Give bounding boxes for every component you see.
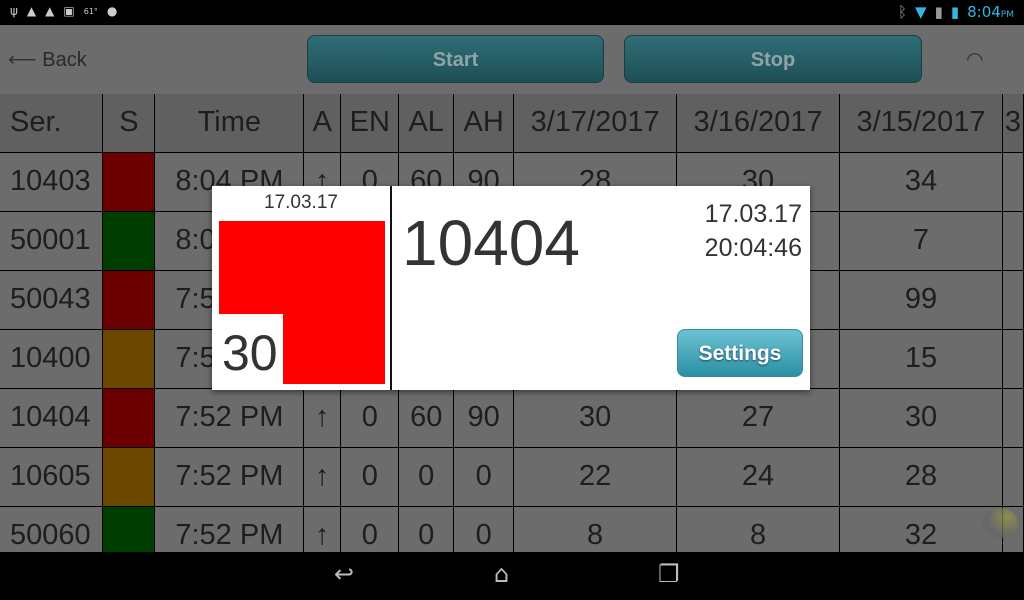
start-button[interactable]: Start bbox=[307, 35, 604, 83]
column-header[interactable]: 3/15/2017 bbox=[838, 94, 1003, 153]
table-header: Ser. S Time A EN AL AH 3/17/2017 3/16/2017 3/15/2… bbox=[0, 94, 1024, 153]
status-bar: ψ ▲ ▲ ▣ 61° ● ᛒ ▼ ▮ ▮ 8:04PM bbox=[0, 0, 1024, 25]
status-cell bbox=[102, 269, 156, 330]
status-cell bbox=[102, 328, 156, 389]
dialog-small-date: 17.03.17 bbox=[264, 192, 338, 213]
clock: 8:04PM bbox=[967, 3, 1014, 21]
settings-button[interactable]: Settings bbox=[677, 329, 803, 377]
dialog-time: 20:04:46 bbox=[704, 234, 802, 262]
navigation-bar: ↩ ⌂ ❐ bbox=[0, 552, 1024, 600]
cell-ser: 50043 bbox=[0, 269, 104, 330]
arrow-left-icon: ⟵ bbox=[8, 49, 37, 71]
table-row[interactable]: 10605 7:52 PM ↑ 0 0 0 22 24 28 bbox=[0, 446, 1024, 507]
cell-d3: 99 bbox=[838, 269, 1003, 330]
cell-al: 0 bbox=[398, 446, 455, 507]
alarm-indicator bbox=[283, 314, 385, 384]
column-header[interactable]: Time bbox=[154, 94, 305, 153]
cell-overflow bbox=[1001, 446, 1024, 507]
signal-icon: ▮ bbox=[934, 3, 943, 21]
cell-en: 0 bbox=[340, 446, 400, 507]
cell-overflow bbox=[1001, 210, 1024, 271]
cell-d2: 24 bbox=[676, 446, 840, 507]
assistive-touch-icon[interactable] bbox=[982, 508, 1018, 538]
dialog-serial: 10404 bbox=[402, 207, 580, 279]
cell-d3: 28 bbox=[838, 446, 1003, 507]
column-header[interactable]: AL bbox=[398, 94, 455, 153]
wifi-icon: ▼ bbox=[915, 3, 927, 21]
cell-a: ↑ bbox=[303, 446, 342, 507]
table-row[interactable]: 10404 7:52 PM ↑ 0 60 90 30 27 30 bbox=[0, 387, 1024, 448]
back-nav-icon[interactable]: ↩ bbox=[334, 560, 354, 588]
column-header[interactable]: EN bbox=[340, 94, 400, 153]
temperature-text: 61° bbox=[83, 6, 98, 16]
warning-icon: ▲ bbox=[26, 4, 37, 18]
column-header[interactable]: AH bbox=[453, 94, 515, 153]
cell-d3: 34 bbox=[838, 151, 1003, 212]
cell-en: 0 bbox=[340, 387, 400, 448]
column-header[interactable]: Ser. bbox=[0, 94, 104, 153]
warning-icon: ▲ bbox=[45, 4, 55, 18]
back-button[interactable]: ⟵ Back bbox=[8, 47, 87, 72]
wifi-signal-icon[interactable]: ◠ bbox=[966, 47, 983, 71]
cell-time: 7:52 PM bbox=[154, 387, 305, 448]
cell-ser: 50001 bbox=[0, 210, 104, 271]
cell-overflow bbox=[1001, 387, 1024, 448]
status-cell bbox=[102, 446, 156, 507]
cell-d3: 7 bbox=[838, 210, 1003, 271]
column-header[interactable]: 3/17/2017 bbox=[513, 94, 678, 153]
app-bar: ⟵ Back Start Stop ◠ bbox=[0, 25, 1024, 94]
status-cell bbox=[102, 387, 156, 448]
alarm-value: 30 bbox=[222, 325, 278, 381]
alarm-indicator bbox=[219, 221, 385, 314]
cell-a: ↑ bbox=[303, 387, 342, 448]
cell-overflow bbox=[1001, 328, 1024, 389]
usb-icon: ψ bbox=[10, 4, 18, 18]
cell-d3: 30 bbox=[838, 387, 1003, 448]
dialog-date: 17.03.17 bbox=[704, 200, 802, 228]
alarm-dialog: 17.03.17 30 10404 17.03.17 20:04:46 Sett… bbox=[212, 186, 810, 390]
cell-ah: 90 bbox=[453, 387, 515, 448]
cell-d1: 22 bbox=[513, 446, 678, 507]
cell-d3: 15 bbox=[838, 328, 1003, 389]
android-icon: ● bbox=[106, 4, 118, 18]
column-header[interactable]: A bbox=[303, 94, 342, 153]
cell-d2: 27 bbox=[676, 387, 840, 448]
column-header[interactable]: 3/16/2017 bbox=[676, 94, 840, 153]
cell-d1: 30 bbox=[513, 387, 678, 448]
cell-ser: 10605 bbox=[0, 446, 104, 507]
cell-ser: 10400 bbox=[0, 328, 104, 389]
divider bbox=[390, 186, 392, 390]
cell-ser: 10403 bbox=[0, 151, 104, 212]
cell-time: 7:52 PM bbox=[154, 446, 305, 507]
bluetooth-icon: ᛒ bbox=[898, 3, 908, 21]
status-cell bbox=[102, 210, 156, 271]
status-cell bbox=[102, 151, 156, 212]
cell-ser: 10404 bbox=[0, 387, 104, 448]
battery-icon: ▮ bbox=[950, 3, 960, 21]
stop-button[interactable]: Stop bbox=[624, 35, 922, 83]
cell-overflow bbox=[1001, 269, 1024, 330]
home-nav-icon[interactable]: ⌂ bbox=[494, 560, 509, 588]
recents-nav-icon[interactable]: ❐ bbox=[658, 560, 680, 588]
image-icon: ▣ bbox=[63, 4, 75, 18]
cell-overflow bbox=[1001, 151, 1024, 212]
column-header[interactable]: S bbox=[102, 94, 156, 153]
column-header[interactable]: 3 bbox=[1001, 94, 1024, 153]
cell-al: 60 bbox=[398, 387, 455, 448]
cell-ah: 0 bbox=[453, 446, 515, 507]
